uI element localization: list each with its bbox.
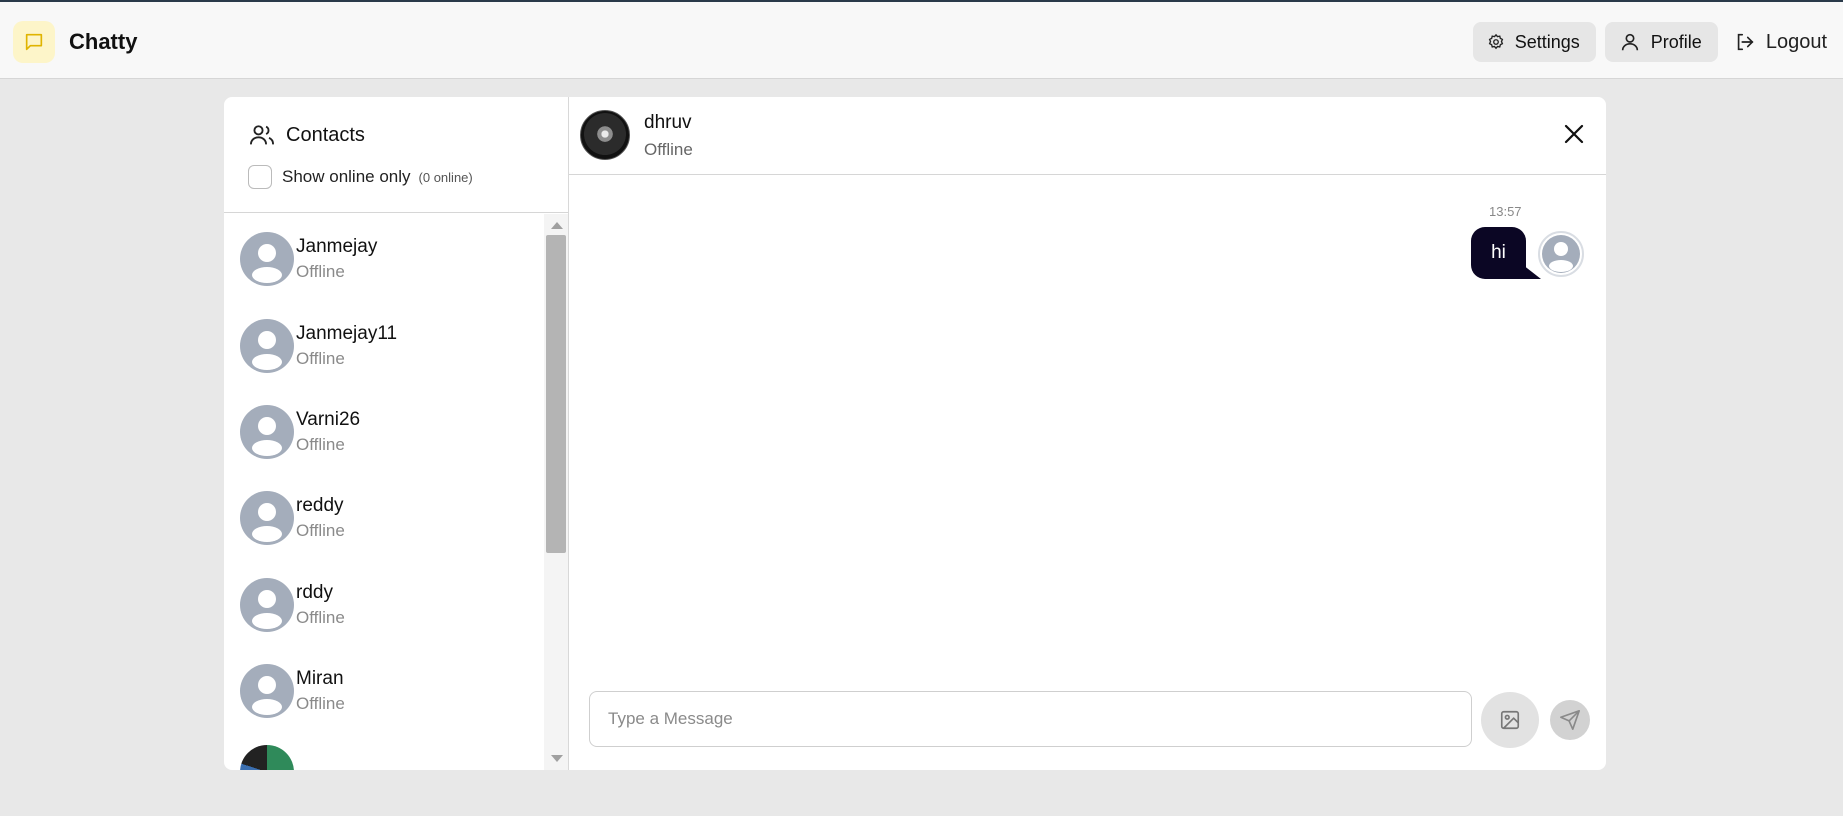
- logout-icon: [1737, 33, 1754, 51]
- contact-item[interactable]: rddy Offline: [240, 575, 540, 635]
- send-icon: [1560, 710, 1580, 730]
- avatar-placeholder-icon: [1542, 235, 1580, 273]
- logout-label: Logout: [1765, 30, 1827, 53]
- contact-list: Janmejay Offline Janmejay11 Offline Varn…: [224, 214, 544, 770]
- contact-name: Miran: [296, 668, 344, 689]
- contact-item[interactable]: Varni26 Offline: [240, 402, 540, 462]
- user-icon: [1621, 33, 1638, 51]
- scrollbar-thumb[interactable]: [546, 235, 566, 553]
- online-count: (0 online): [418, 169, 473, 185]
- message-bubble: hi: [1471, 227, 1526, 279]
- scroll-up-arrow-icon[interactable]: [551, 222, 563, 229]
- settings-button[interactable]: Settings: [1472, 22, 1596, 62]
- gear-icon: [1488, 33, 1503, 50]
- logout-button[interactable]: Logout: [1728, 22, 1833, 62]
- app-name: Chatty: [69, 29, 138, 54]
- online-filter[interactable]: Show online only (0 online): [248, 165, 473, 189]
- message-composer: [569, 677, 1606, 770]
- chat-area: dhruv Offline 13:57 hi: [569, 97, 1606, 770]
- send-button[interactable]: [1550, 700, 1590, 740]
- avatar-placeholder-icon: [240, 319, 294, 373]
- profile-label: Profile: [1650, 31, 1702, 52]
- chat-contact-status: Offline: [644, 140, 693, 159]
- message-square-icon: [13, 21, 55, 63]
- avatar-placeholder-icon: [240, 491, 294, 545]
- brand-link[interactable]: Chatty: [13, 21, 137, 63]
- show-online-checkbox[interactable]: [248, 165, 272, 189]
- contact-name: Varni26: [296, 409, 361, 430]
- settings-label: Settings: [1514, 31, 1580, 52]
- contact-status: Offline: [296, 262, 345, 281]
- attach-image-button[interactable]: [1481, 692, 1539, 748]
- chat-header: dhruv Offline: [569, 97, 1606, 175]
- contact-name: rddy: [296, 582, 333, 603]
- contact-status: Offline: [296, 608, 345, 627]
- contact-item[interactable]: reddy Offline: [240, 488, 540, 548]
- users-icon: [249, 125, 275, 145]
- contact-status: Offline: [296, 435, 345, 454]
- avatar-placeholder-icon: [240, 664, 294, 718]
- contact-status: Offline: [296, 349, 345, 368]
- chat-contact-name: dhruv: [644, 112, 692, 133]
- contact-item[interactable]: Miran Offline: [240, 661, 540, 721]
- contacts-title: Contacts: [286, 123, 365, 146]
- contact-avatar: [580, 110, 630, 160]
- contact-item[interactable]: Janmejay11 Offline: [240, 316, 540, 376]
- contacts-sidebar: Contacts Show online only (0 online) Jan…: [224, 97, 569, 770]
- message-list: 13:57 hi: [569, 176, 1606, 676]
- avatar-placeholder-icon: [240, 405, 294, 459]
- contacts-heading: Contacts: [248, 121, 365, 149]
- close-icon[interactable]: [1562, 122, 1586, 146]
- contact-list-scrollbar[interactable]: [544, 214, 568, 770]
- chat-container: Contacts Show online only (0 online) Jan…: [224, 97, 1606, 770]
- contact-status: Offline: [296, 694, 345, 713]
- contact-status: Offline: [296, 521, 345, 540]
- message-input[interactable]: [589, 691, 1472, 747]
- avatar-placeholder-icon: [240, 578, 294, 632]
- contact-name: Janmejay: [296, 236, 378, 257]
- message-timestamp: 13:57: [1489, 204, 1522, 219]
- avatar-placeholder-icon: [240, 232, 294, 286]
- profile-button[interactable]: Profile: [1604, 22, 1718, 62]
- sidebar-header: Contacts Show online only (0 online): [224, 97, 568, 213]
- contact-avatar-partial[interactable]: [240, 745, 294, 770]
- top-navbar: Chatty Settings Profile Logout: [0, 0, 1843, 79]
- contact-name: Janmejay11: [296, 323, 398, 344]
- show-online-label[interactable]: Show online only: [282, 167, 411, 187]
- contact-name: reddy: [296, 495, 344, 516]
- nav-actions: Settings Profile Logout: [1464, 22, 1833, 62]
- contact-item[interactable]: Janmejay Offline: [240, 229, 540, 289]
- scroll-down-arrow-icon[interactable]: [551, 755, 563, 762]
- my-avatar: [1538, 231, 1584, 277]
- image-icon: [1500, 710, 1520, 730]
